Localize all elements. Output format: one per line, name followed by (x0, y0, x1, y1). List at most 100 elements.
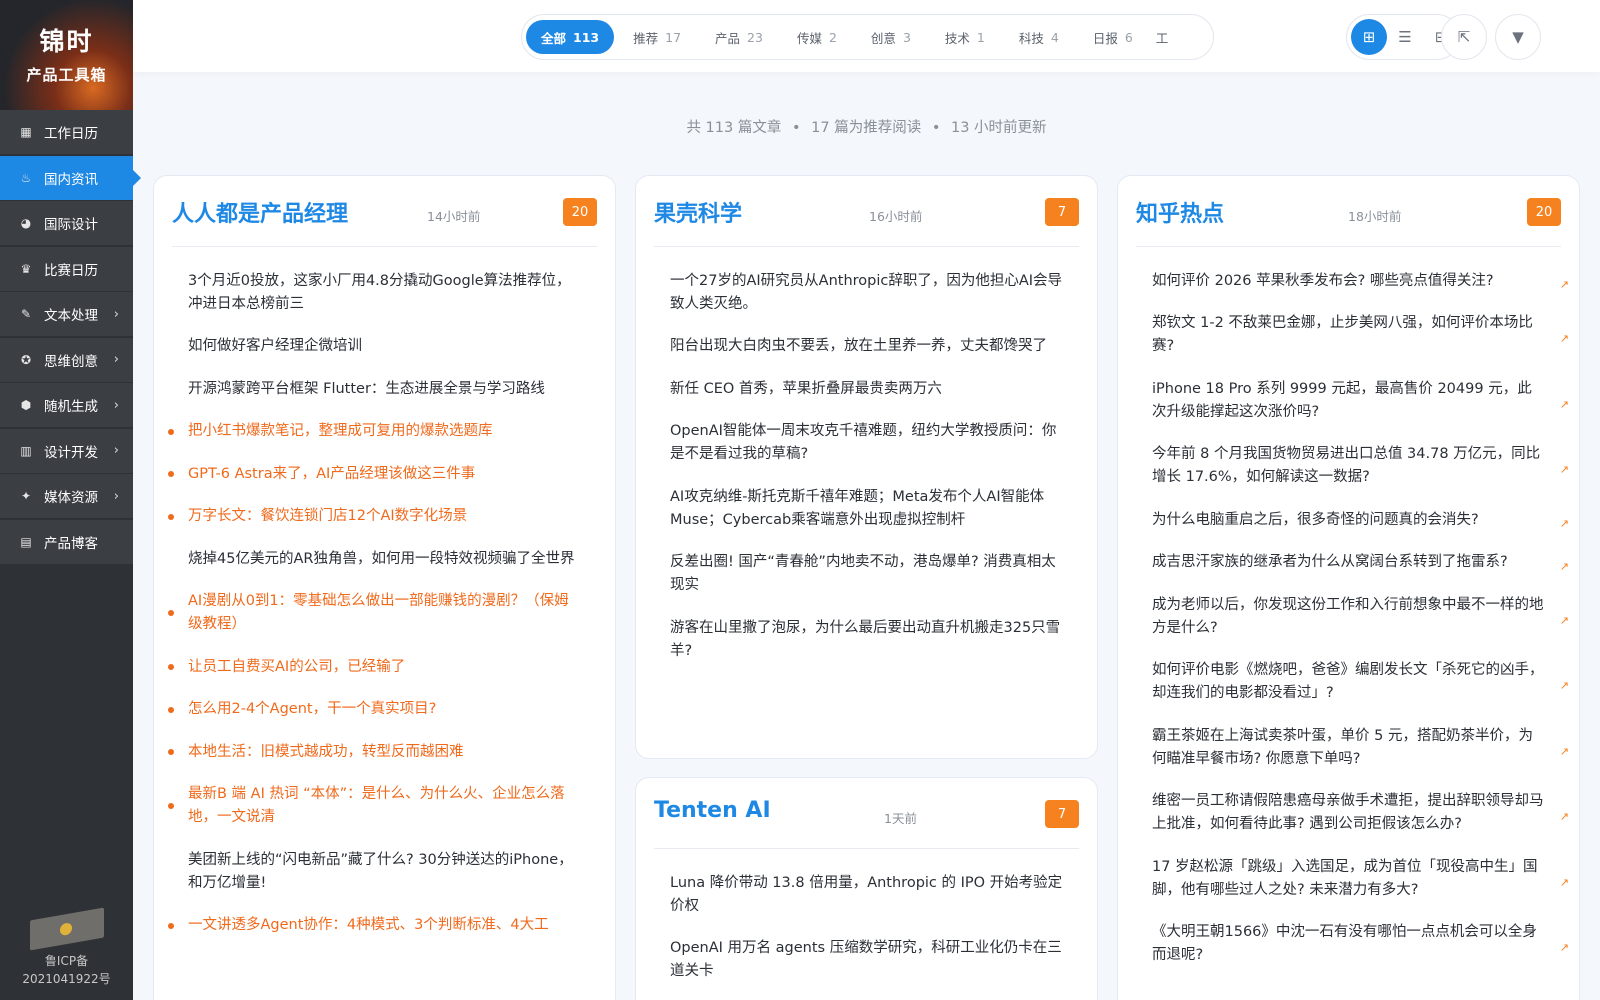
tab-2[interactable]: 产品 23 (700, 20, 778, 54)
hot-dot-icon (168, 610, 174, 617)
sidebar-item[interactable]: ◕ 国际设计 (0, 201, 133, 245)
icp-number[interactable]: 2021041922号 (0, 970, 133, 988)
article-title: 最新B 端 AI 热词 “本体”：是什么、为什么火、企业怎么落地，一文说清 (188, 786, 565, 826)
article-item[interactable]: 让员工自费买AI的公司，已经输了 (168, 646, 597, 689)
article-item[interactable]: 反差出圈! 国产“青春舱”内地卖不动，港岛爆单? 消费真相太现实 (654, 542, 1079, 608)
summary-total: 共 113 篇文章 (686, 120, 782, 136)
card-title[interactable]: 知乎热点 (1136, 196, 1224, 228)
article-item[interactable]: 怎么用2-4个Agent，干一个真实项目? (168, 689, 597, 732)
tab-4[interactable]: 创意 3 (856, 20, 926, 54)
sidebar-item[interactable]: ▦ 工作日历 (0, 110, 133, 154)
article-item[interactable]: 17 岁赵松源「跳级」入选国足，成为首位「现役高中生」国脚，他有哪些过人之处? … (1136, 846, 1569, 912)
article-title: 17 岁赵松源「跳级」入选国足，成为首位「现役高中生」国脚，他有哪些过人之处? … (1152, 858, 1538, 898)
article-item[interactable]: AI漫剧从0到1：零基础怎么做出一部能赚钱的漫剧？（保姆级教程） (168, 581, 597, 647)
card-title[interactable]: Tenten AI (654, 798, 771, 823)
article-title: OpenAI 用万名 agents 压缩数学研究，科研工业化仍卡在三道关卡 (670, 940, 1062, 980)
summary-separator: • (931, 120, 941, 136)
external-arrow-icon: ↗ (1559, 332, 1569, 346)
article-count-badge: 20 (563, 198, 597, 226)
article-item[interactable]: 本地生活：旧模式越成功，转型反而越困难 (168, 731, 597, 774)
article-title: 把小红书爆款笔记，整理成可复用的爆款选题库 (188, 423, 493, 440)
article-item[interactable]: 烧掉45亿美元的AR独角兽，如何用一段特效视频骗了全世界 (172, 538, 597, 581)
article-item[interactable]: 美团新上线的“闪电新品”藏了什么? 30分钟送达的iPhone，和万亿增量! (172, 839, 597, 905)
card-header: 人人都是产品经理 14小时前 20 (172, 176, 597, 247)
article-item[interactable]: 维密一员工称请假陪患癌母亲做手术遭拒，提出辞职领导却马上批准，如何看待此事? 遇… (1136, 781, 1569, 847)
sidebar-item-label: 工作日历 (44, 126, 98, 142)
brand-logo[interactable]: 锦时 产品工具箱 (0, 0, 133, 110)
lightbulb-icon: ✪ (20, 352, 32, 367)
tab-3[interactable]: 传媒 2 (782, 20, 852, 54)
card-title[interactable]: 果壳科学 (654, 196, 742, 228)
article-title: GPT-6 Astra来了，AI产品经理该做这三件事 (188, 465, 476, 482)
article-item[interactable]: OpenAI智能体一周末攻克千禧难题，纽约大学教授质问：你是不是看过我的草稿? (654, 411, 1079, 477)
tab-6[interactable]: 科技 4 (1004, 20, 1074, 54)
article-item[interactable]: Luna 降价带动 13.8 倍用量，Anthropic 的 IPO 开始考验定… (654, 862, 1079, 928)
list-view-icon: ☰ (1398, 28, 1412, 46)
tab-partial[interactable]: 工 (1152, 20, 1173, 54)
article-item[interactable]: 最新B 端 AI 热词 “本体”：是什么、为什么火、企业怎么落地，一文说清 (168, 774, 597, 840)
icp-label[interactable]: 鲁ICP备 (0, 952, 133, 970)
article-item[interactable]: 万字长文：餐饮连锁门店12个AI数字化场景 (168, 496, 597, 539)
sidebar-item[interactable]: ⬢ 随机生成 › (0, 383, 133, 427)
tab-label: 日报 (1092, 30, 1118, 46)
tab-count: 4 (1050, 29, 1059, 45)
article-item[interactable]: 新任 CEO 首秀，苹果折叠屏最贵卖两万六 (654, 368, 1079, 411)
article-item[interactable]: GPT-6 Astra来了，AI产品经理该做这三件事 (168, 453, 597, 496)
filter-button[interactable]: ▼ (1495, 14, 1541, 60)
grid-view-button[interactable]: ⊞ (1351, 19, 1387, 55)
article-item[interactable]: 阳台出现大白肉虫不要丢，放在土里养一养，丈夫都馋哭了 (654, 326, 1079, 369)
article-item[interactable]: OpenAI 用万名 agents 压缩数学研究，科研工业化仍卡在三道关卡 (654, 928, 1079, 994)
article-item[interactable]: 成为老师以后，你发现这份工作和入行前想象中最不一样的地方是什么? ↗ (1136, 584, 1569, 650)
article-item[interactable]: 把小红书爆款笔记，整理成可复用的爆款选题库 (168, 411, 597, 454)
list-view-button[interactable]: ☰ (1387, 19, 1423, 55)
article-item[interactable]: 如何评价电影《燃烧吧，爸爸》编剧发长文「杀死它的凶手，却连我们的电影都没看过」?… (1136, 650, 1569, 716)
article-count-badge: 20 (1527, 198, 1561, 226)
article-item[interactable]: 郑钦文 1-2 不敌莱巴金娜，止步美网八强，如何评价本场比赛? ↗ (1136, 303, 1569, 369)
chevron-right-icon: › (113, 443, 119, 458)
article-title: 成吉思汗家族的继承者为什么从窝阔台系转到了拖雷系? (1152, 554, 1508, 571)
brand-subtitle: 产品工具箱 (26, 66, 107, 84)
article-item[interactable]: 今年前 8 个月我国货物贸易进出口总值 34.78 万亿元，同比增长 17.6%… (1136, 434, 1569, 500)
tab-7[interactable]: 日报 6 (1078, 20, 1148, 54)
tab-0[interactable]: 全部 113 (526, 20, 615, 54)
sidebar: 锦时 产品工具箱 ▦ 工作日历 ♨ 国内资讯 ◕ 国际设计 ♛ 比赛日历 ✎ 文本处理 › ✪ 思维创意… (0, 0, 141, 1000)
dice-icon: ⬢ (20, 398, 32, 412)
article-title: AI漫剧从0到1：零基础怎么做出一部能赚钱的漫剧？（保姆级教程） (188, 593, 569, 633)
card-header: Tenten AI 1天前 7 (654, 778, 1079, 849)
article-item[interactable]: 3个月近0投放，这家小厂用4.8分撬动Google算法推荐位，冲进日本总榜前三 (172, 260, 597, 326)
article-item[interactable]: 如何做好客户经理企微培训 (172, 326, 597, 369)
article-title: 让员工自费买AI的公司，已经输了 (188, 658, 406, 675)
article-item[interactable]: 成吉思汗家族的继承者为什么从窝阔台系转到了拖雷系? ↗ (1136, 542, 1569, 585)
external-arrow-icon: ↗ (1559, 397, 1569, 411)
hot-dot-icon (168, 706, 174, 713)
sidebar-item[interactable]: ✎ 文本处理 › (0, 292, 133, 336)
sidebar-item[interactable]: ♨ 国内资讯 (0, 155, 141, 200)
sidebar-item[interactable]: ✦ 媒体资源 › (0, 474, 133, 518)
sidebar-item[interactable]: ▥ 设计开发 › (0, 428, 133, 473)
article-item[interactable]: 如何评价 2026 苹果秋季发布会? 哪些亮点值得关注? ↗ (1136, 260, 1569, 303)
article-title: iPhone 18 Pro 系列 9999 元起，最高售价 20499 元，此次… (1152, 380, 1532, 420)
sidebar-item[interactable]: ♛ 比赛日历 (0, 246, 133, 291)
article-title: 3个月近0投放，这家小厂用4.8分撬动Google算法推荐位，冲进日本总榜前三 (188, 272, 571, 312)
code-icon: ▥ (20, 443, 32, 458)
tab-1[interactable]: 推荐 17 (618, 20, 696, 54)
sidebar-item[interactable]: ▤ 产品博客 (0, 519, 133, 564)
article-item[interactable]: 一文讲透多Agent协作：4种模式、3个判断标准、4大工 (168, 905, 597, 948)
article-item[interactable]: AI攻克纳维-斯托克斯千禧年难题；Meta发布个人AI智能体Muse；Cyber… (654, 476, 1079, 542)
sidebar-item[interactable]: ✪ 思维创意 › (0, 337, 133, 382)
article-item[interactable]: 为什么电脑重启之后，很多奇怪的问题真的会消失? ↗ (1136, 499, 1569, 542)
article-item[interactable]: 《大明王朝1566》中沈一石有没有哪怕一点点机会可以全身而退呢? ↗ (1136, 912, 1569, 978)
tab-5[interactable]: 技术 1 (930, 20, 1000, 54)
sidebar-item-label: 国内资讯 (44, 171, 98, 188)
tab-count: 6 (1124, 29, 1133, 45)
article-item[interactable]: 霸王茶姬在上海试卖茶叶蛋，单价 5 元，搭配奶茶半价，为何瞄准早餐市场? 你愿意… (1136, 715, 1569, 781)
newspaper-icon: ▤ (20, 534, 32, 549)
card-title[interactable]: 人人都是产品经理 (172, 196, 348, 228)
article-item[interactable]: 开源鸿蒙跨平台框架 Flutter：生态进展全景与学习路线 (172, 368, 597, 411)
article-item[interactable]: iPhone 18 Pro 系列 9999 元起，最高售价 20499 元，此次… (1136, 368, 1569, 434)
share-button[interactable]: ⇱ (1441, 14, 1487, 60)
trophy-icon: ♛ (20, 261, 32, 276)
article-item[interactable]: 一个27岁的AI研究员从Anthropic辞职了，因为他担心AI会导致人类灭绝。 (654, 260, 1079, 326)
article-item[interactable]: 游客在山里撒了泡尿，为什么最后要出动直升机搬走325只雪羊? (654, 607, 1079, 673)
edit-icon: ✎ (20, 307, 32, 321)
